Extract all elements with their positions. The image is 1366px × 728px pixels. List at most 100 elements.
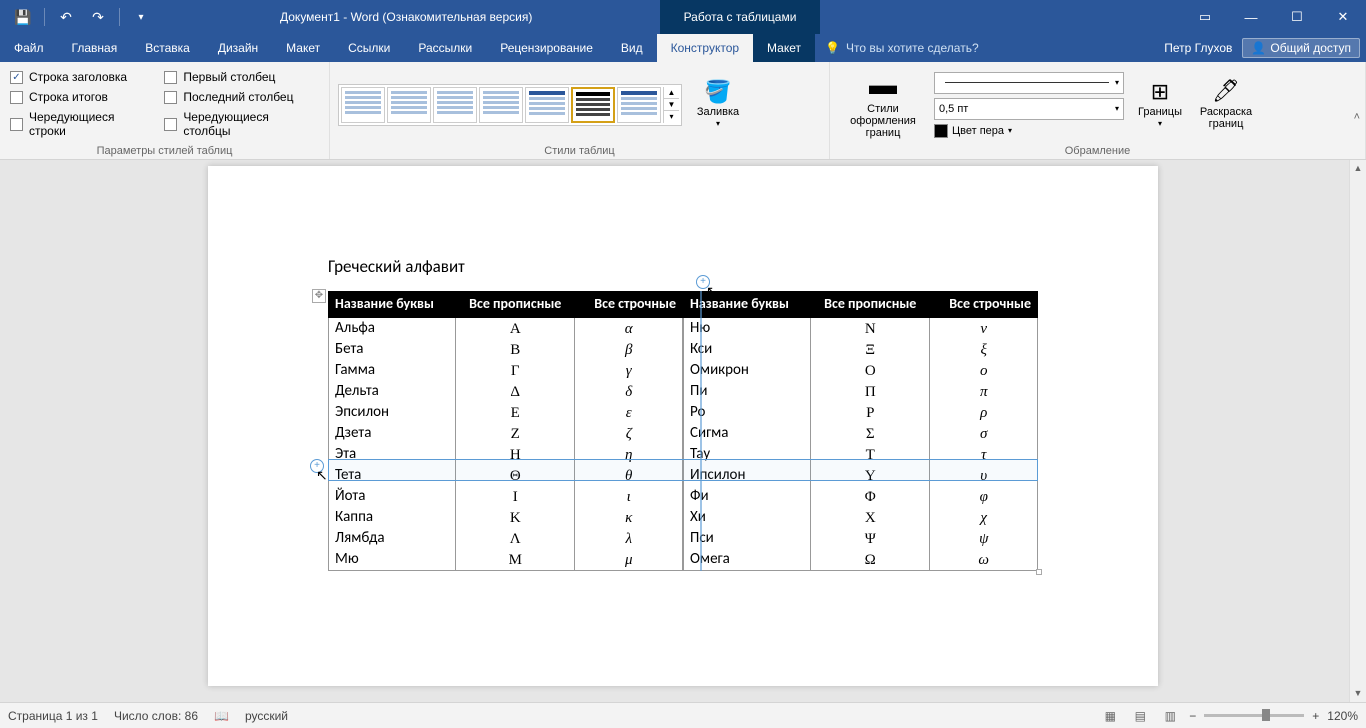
table-resize-handle[interactable] <box>1036 569 1042 575</box>
greek-table-left[interactable]: Название буквы Все прописные Все строчны… <box>328 291 683 571</box>
cell-upper[interactable]: Ω <box>811 549 930 571</box>
checkbox-banded-rows[interactable] <box>10 118 23 131</box>
status-page[interactable]: Страница 1 из 1 <box>8 709 98 723</box>
cell-name[interactable]: Мю <box>329 549 456 571</box>
cell-upper[interactable]: Υ <box>811 465 930 486</box>
cell-lower[interactable]: τ <box>930 444 1038 465</box>
table-row[interactable]: АльфаΑα <box>329 317 683 339</box>
document-heading[interactable]: Греческий алфавит <box>328 256 1038 277</box>
tab-table-design[interactable]: Конструктор <box>657 34 753 62</box>
checkbox-total-row[interactable] <box>10 91 23 104</box>
cell-lower[interactable]: λ <box>575 528 683 549</box>
cell-upper[interactable]: Θ <box>456 465 575 486</box>
proofing-icon[interactable]: 📖 <box>214 709 229 723</box>
table-row[interactable]: ИпсилонΥυ <box>684 465 1038 486</box>
cell-name[interactable]: Ро <box>684 402 811 423</box>
tell-me-search[interactable]: 💡 Что вы хотите сделать? <box>825 34 979 62</box>
cell-name[interactable]: Йота <box>329 486 456 507</box>
style-thumb-5[interactable] <box>525 87 569 123</box>
table-row[interactable]: ЙотаΙι <box>329 486 683 507</box>
cell-name[interactable]: Пси <box>684 528 811 549</box>
cell-lower[interactable]: α <box>575 317 683 339</box>
cell-lower[interactable]: η <box>575 444 683 465</box>
share-button[interactable]: 👤 Общий доступ <box>1242 38 1360 58</box>
table-row[interactable]: НюΝν <box>684 317 1038 339</box>
cell-upper[interactable]: Κ <box>456 507 575 528</box>
cell-name[interactable]: Пи <box>684 381 811 402</box>
tab-design[interactable]: Дизайн <box>204 34 272 62</box>
zoom-slider[interactable] <box>1204 714 1304 717</box>
cell-lower[interactable]: γ <box>575 360 683 381</box>
tab-mailings[interactable]: Рассылки <box>404 34 486 62</box>
cell-upper[interactable]: Ν <box>811 317 930 339</box>
col-name[interactable]: Название буквы <box>684 292 811 318</box>
cell-name[interactable]: Эта <box>329 444 456 465</box>
table-row[interactable]: ГаммаΓγ <box>329 360 683 381</box>
insert-row-indicator[interactable]: + <box>310 459 324 473</box>
table-row[interactable]: ДзетаΖζ <box>329 423 683 444</box>
cell-upper[interactable]: Α <box>456 317 575 339</box>
cell-name[interactable]: Ню <box>684 317 811 339</box>
tab-insert[interactable]: Вставка <box>131 34 204 62</box>
cell-upper[interactable]: Ψ <box>811 528 930 549</box>
cell-upper[interactable]: Γ <box>456 360 575 381</box>
cell-name[interactable]: Омикрон <box>684 360 811 381</box>
cell-upper[interactable]: Ε <box>456 402 575 423</box>
table-row[interactable]: МюΜμ <box>329 549 683 571</box>
cell-upper[interactable]: Ζ <box>456 423 575 444</box>
cell-upper[interactable]: Β <box>456 339 575 360</box>
style-thumb-selected[interactable] <box>571 87 615 123</box>
cell-name[interactable]: Кси <box>684 339 811 360</box>
table-row[interactable]: РоΡρ <box>684 402 1038 423</box>
cell-lower[interactable]: ν <box>930 317 1038 339</box>
cell-upper[interactable]: Μ <box>456 549 575 571</box>
table-row[interactable]: КаппаΚκ <box>329 507 683 528</box>
qat-customize[interactable]: ▾ <box>126 3 156 31</box>
zoom-level[interactable]: 120% <box>1327 709 1358 723</box>
zoom-in-button[interactable]: + <box>1312 709 1319 723</box>
user-name[interactable]: Петр Глухов <box>1164 41 1232 55</box>
scroll-track[interactable] <box>1352 177 1364 685</box>
pen-color-button[interactable]: Цвет пера▾ <box>934 124 1124 138</box>
cell-name[interactable]: Тау <box>684 444 811 465</box>
cell-lower[interactable]: υ <box>930 465 1038 486</box>
cell-upper[interactable]: Π <box>811 381 930 402</box>
cell-name[interactable]: Ипсилон <box>684 465 811 486</box>
cell-lower[interactable]: ε <box>575 402 683 423</box>
cell-name[interactable]: Тета <box>329 465 456 486</box>
cell-name[interactable]: Альфа <box>329 317 456 339</box>
tab-table-layout[interactable]: Макет <box>753 34 815 62</box>
tab-file[interactable]: Файл <box>0 34 58 62</box>
zoom-thumb[interactable] <box>1262 709 1270 721</box>
col-lower[interactable]: Все строчные <box>930 292 1038 318</box>
cell-lower[interactable]: φ <box>930 486 1038 507</box>
style-thumb-1[interactable] <box>341 87 385 123</box>
table-row[interactable]: ДельтаΔδ <box>329 381 683 402</box>
view-web-icon[interactable]: ▥ <box>1159 706 1181 726</box>
cell-upper[interactable]: Χ <box>811 507 930 528</box>
style-thumb-3[interactable] <box>433 87 477 123</box>
scroll-up-icon[interactable]: ▲ <box>1350 160 1366 177</box>
tab-layout[interactable]: Макет <box>272 34 334 62</box>
zoom-out-button[interactable]: − <box>1189 709 1196 723</box>
table-row[interactable]: ЭтаΗη <box>329 444 683 465</box>
cell-name[interactable]: Сигма <box>684 423 811 444</box>
checkbox-header-row[interactable]: ✓ <box>10 71 23 84</box>
table-row[interactable]: ЛямбдаΛλ <box>329 528 683 549</box>
cell-lower[interactable]: ω <box>930 549 1038 571</box>
table-move-handle[interactable]: ✥ <box>312 289 326 303</box>
cell-lower[interactable]: χ <box>930 507 1038 528</box>
cell-name[interactable]: Омега <box>684 549 811 571</box>
status-words[interactable]: Число слов: 86 <box>114 709 198 723</box>
shading-button[interactable]: 🪣 Заливка ▾ <box>688 71 748 139</box>
cell-lower[interactable]: ψ <box>930 528 1038 549</box>
gallery-up-icon[interactable]: ▲ <box>664 87 679 99</box>
tab-review[interactable]: Рецензирование <box>486 34 607 62</box>
cell-upper[interactable]: Ο <box>811 360 930 381</box>
insert-column-indicator[interactable]: + <box>696 275 710 289</box>
save-button[interactable]: 💾 <box>8 3 38 31</box>
cell-lower[interactable]: δ <box>575 381 683 402</box>
table-row[interactable]: ПсиΨψ <box>684 528 1038 549</box>
table-row[interactable]: ЭпсилонΕε <box>329 402 683 423</box>
style-thumb-4[interactable] <box>479 87 523 123</box>
